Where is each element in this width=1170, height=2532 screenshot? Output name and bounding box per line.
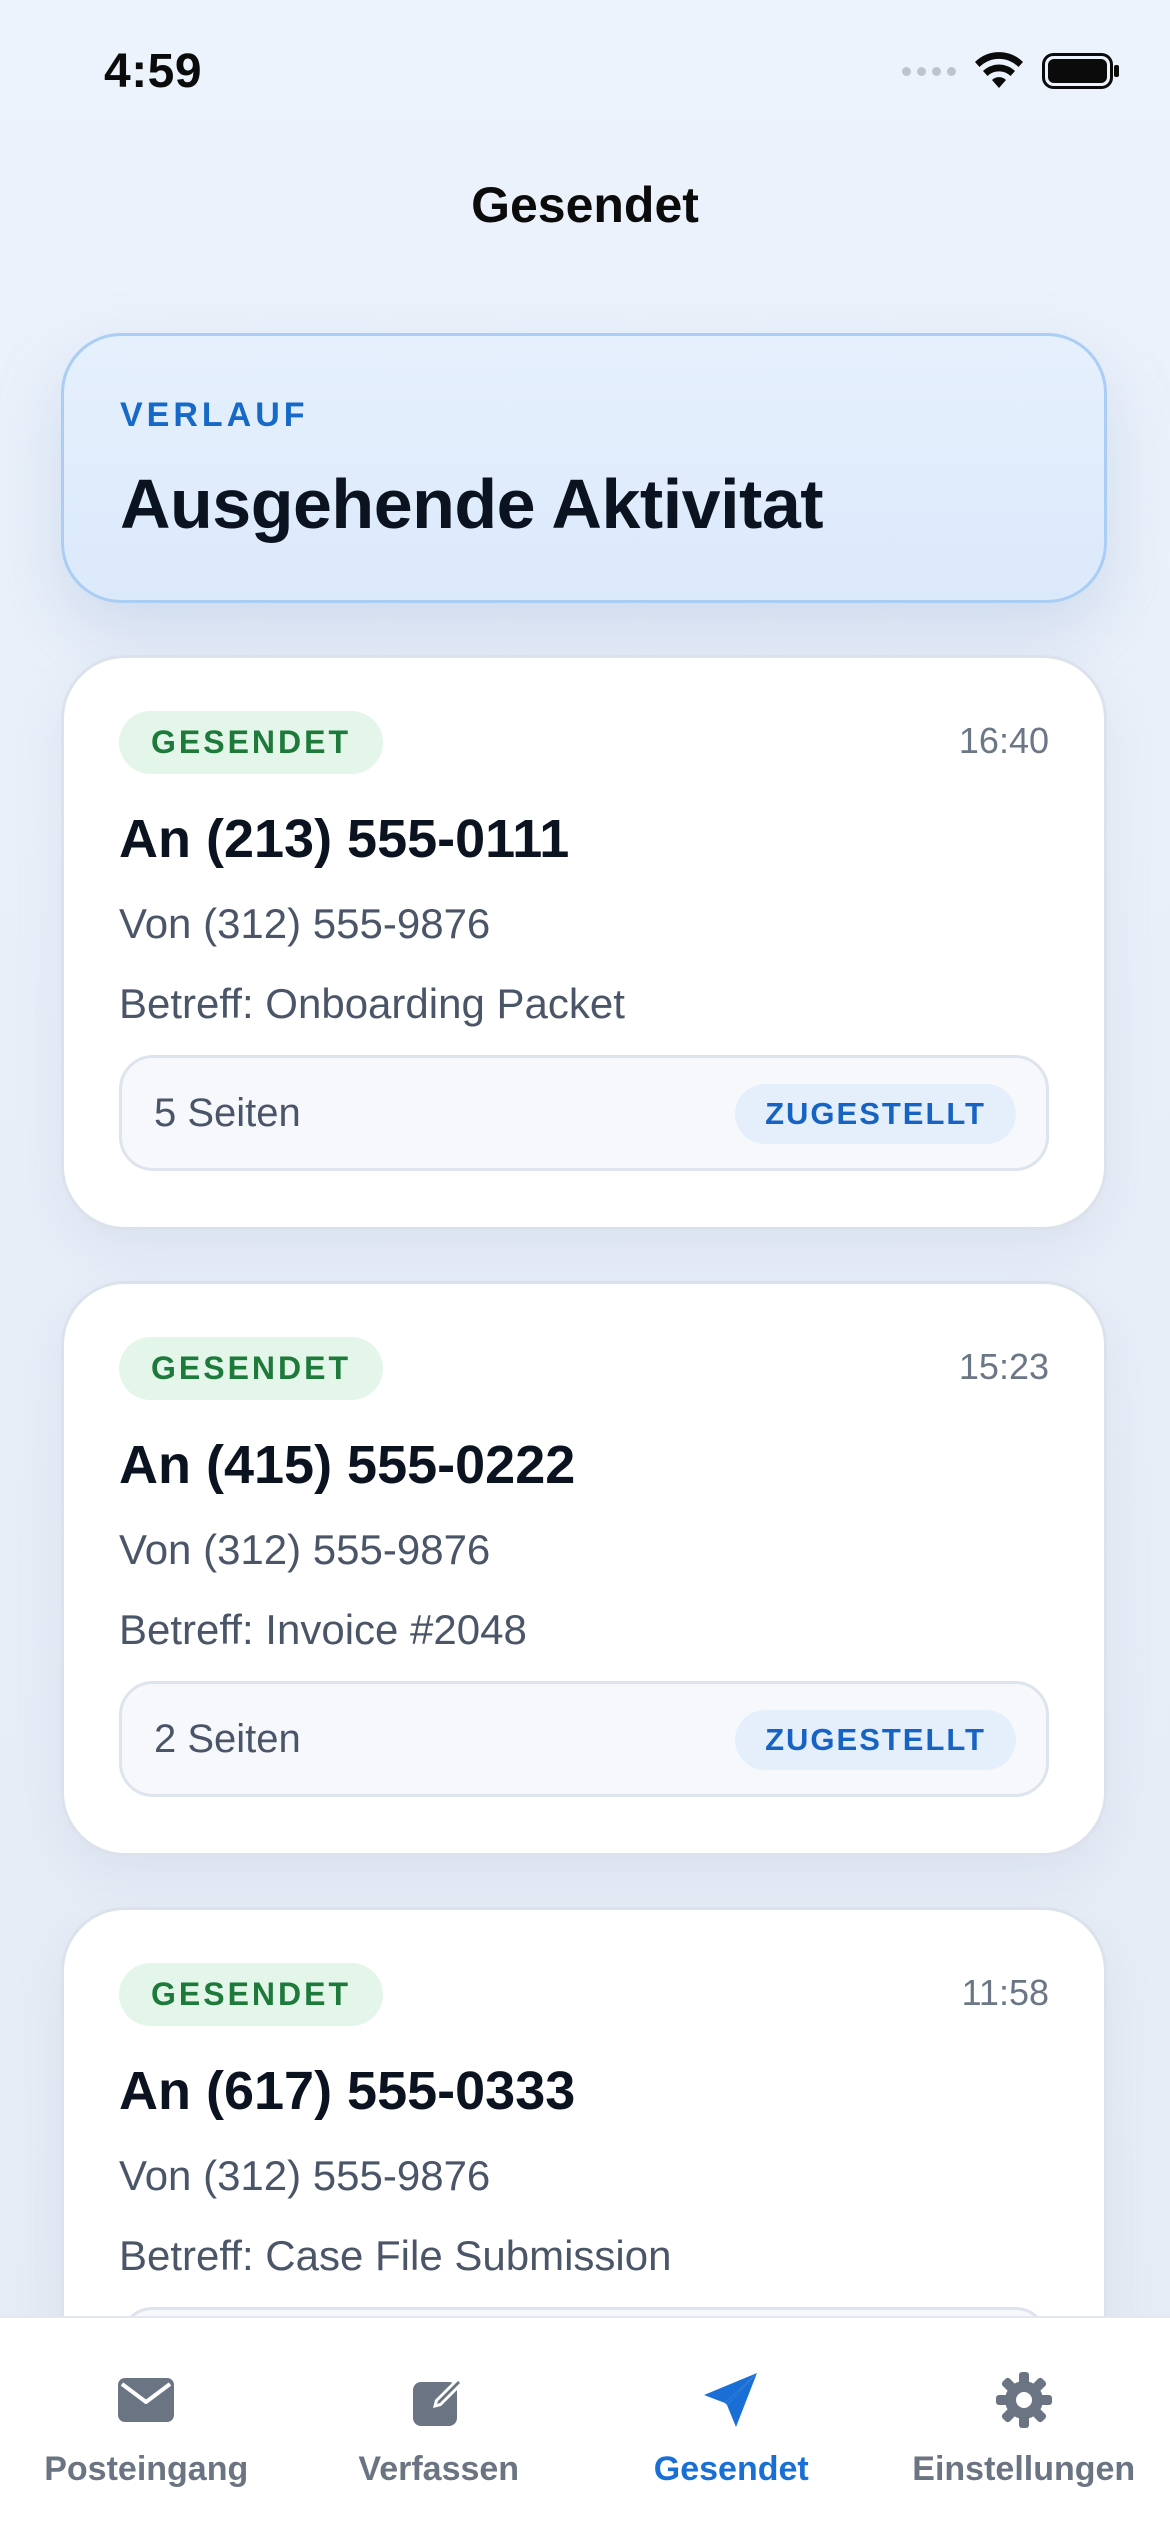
subject-line: Betreff: Case File Submission xyxy=(119,2232,672,2279)
recipient-number: An (213) 555-0111 xyxy=(119,809,570,869)
status-badge: GESENDET xyxy=(119,1337,384,1400)
fax-details-row: 5 Seiten ZUGESTELLT xyxy=(119,1055,1049,1171)
tab-settings[interactable]: Einstellungen xyxy=(878,2318,1170,2532)
paper-plane-icon xyxy=(701,2370,761,2430)
status-badge: GESENDET xyxy=(119,1963,384,2026)
status-bar: 4:59 xyxy=(0,0,1170,150)
sent-fax-card[interactable]: GESENDET 15:23 An (415) 555-0222 Von (31… xyxy=(61,1281,1107,1856)
recipient-number: An (617) 555-0333 xyxy=(119,2061,576,2121)
page-title: Gesendet xyxy=(471,177,699,233)
sent-time: 16:40 xyxy=(958,720,1049,761)
tab-inbox[interactable]: Posteingang xyxy=(0,2318,293,2532)
tab-sent[interactable]: Gesendet xyxy=(585,2318,878,2532)
tab-compose[interactable]: Verfassen xyxy=(293,2318,586,2532)
fax-details-row: 2 Seiten ZUGESTELLT xyxy=(119,1681,1049,1797)
page-count: 2 Seiten xyxy=(154,1717,301,1761)
subject-line: Betreff: Invoice #2048 xyxy=(119,1606,527,1653)
wifi-icon xyxy=(975,52,1023,88)
tab-label: Verfassen xyxy=(358,2450,520,2488)
tab-label: Posteingang xyxy=(44,2450,249,2488)
hero-eyebrow: VERLAUF xyxy=(120,396,309,434)
page-count: 5 Seiten xyxy=(154,1091,301,1135)
delivery-badge: ZUGESTELLT xyxy=(735,1084,1016,1144)
tab-bar: Posteingang Verfassen Gesendet Einstellu… xyxy=(0,2316,1170,2532)
delivery-badge: ZUGESTELLT xyxy=(735,1710,1016,1770)
status-icons xyxy=(902,52,1120,90)
envelope-icon xyxy=(118,2370,175,2430)
sent-fax-card[interactable]: GESENDET 16:40 An (213) 555-0111 Von (31… xyxy=(61,655,1107,1230)
gear-icon xyxy=(995,2370,1053,2430)
subject-line: Betreff: Onboarding Packet xyxy=(119,980,625,1027)
sender-number: Von (312) 555-9876 xyxy=(119,2152,491,2199)
tab-label: Einstellungen xyxy=(912,2450,1136,2488)
tab-label: Gesendet xyxy=(653,2450,809,2488)
status-badge: GESENDET xyxy=(119,711,384,774)
status-time: 4:59 xyxy=(104,45,203,98)
screen: 4:59 Gesendet VERLAUF Ausgehende Aktivit… xyxy=(0,0,1170,2532)
compose-icon xyxy=(411,2370,467,2430)
recipient-number: An (415) 555-0222 xyxy=(119,1435,576,1495)
hero-title: Ausgehende Aktivitat xyxy=(120,465,824,543)
sender-number: Von (312) 555-9876 xyxy=(119,1526,491,1573)
sent-time: 11:58 xyxy=(961,1972,1049,2013)
history-header-card: VERLAUF Ausgehende Aktivitat xyxy=(61,333,1107,603)
signal-icon xyxy=(902,66,956,76)
battery-icon xyxy=(1042,53,1119,89)
sender-number: Von (312) 555-9876 xyxy=(119,900,491,947)
sent-time: 15:23 xyxy=(958,1346,1049,1387)
